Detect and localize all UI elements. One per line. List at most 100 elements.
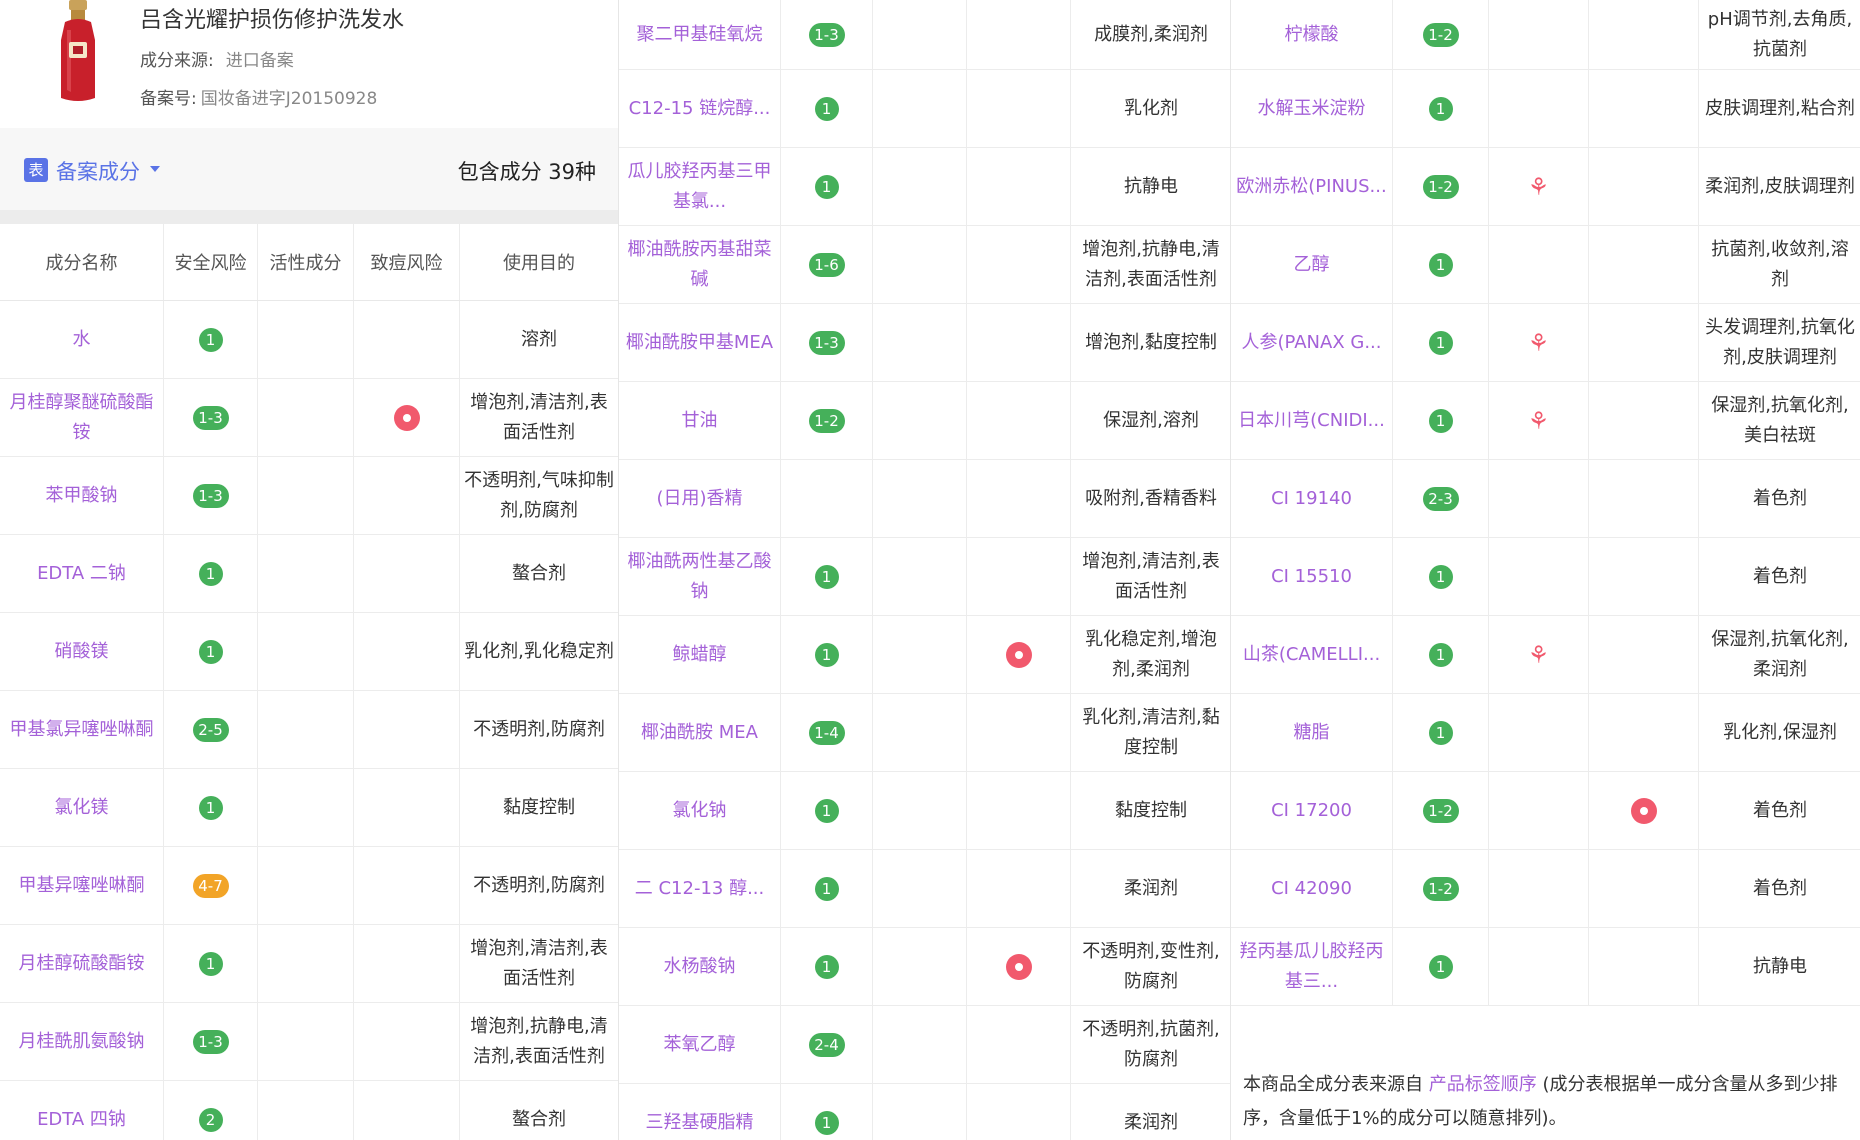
table-row[interactable]: 柠檬酸 1-2 pH调节剂,去角质,抗菌剂 [1231,0,1860,70]
table-row[interactable]: 山茶(CAMELLI... 1 ⚘ 保湿剂,抗氧化剂,柔润剂 [1231,616,1860,694]
table-row[interactable]: 甲基氯异噻唑啉酮 2-5 不透明剂,防腐剂 [0,691,618,769]
ingredient-name[interactable]: 椰油酰胺甲基MEA [619,304,781,381]
ingredient-name[interactable]: 三羟基硬脂精 [619,1084,781,1140]
table-row[interactable]: 乙醇 1 抗菌剂,收敛剂,溶剂 [1231,226,1860,304]
safety-risk-badge: 1-3 [192,1029,229,1054]
table-row[interactable]: 欧洲赤松(PINUS... 1-2 ⚘ 柔润剂,皮肤调理剂 [1231,148,1860,226]
active-ingredient-cell [258,301,354,378]
ingredient-name[interactable]: 乙醇 [1231,226,1393,303]
ingredient-name[interactable]: 月桂醇聚醚硫酸酯铵 [0,379,164,456]
table-row[interactable]: 月桂酰肌氨酸钠 1-3 增泡剂,抗静电,清洁剂,表面活性剂 [0,1003,618,1081]
table-row[interactable]: 鲸蜡醇 1 乳化稳定剂,增泡剂,柔润剂 [619,616,1231,694]
table-row[interactable]: 糖脂 1 乳化剂,保湿剂 [1231,694,1860,772]
ingredient-name[interactable]: 月桂酰肌氨酸钠 [0,1003,164,1080]
table-row[interactable]: 氯化镁 1 黏度控制 [0,769,618,847]
table-row[interactable]: 水 1 溶剂 [0,301,618,379]
table-row[interactable]: 聚二甲基硅氧烷 1-3 成膜剂,柔润剂 [619,0,1231,70]
table-row[interactable]: 椰油酰胺丙基甜菜碱 1-6 增泡剂,抗静电,清洁剂,表面活性剂 [619,226,1231,304]
ingredient-name[interactable]: 欧洲赤松(PINUS... [1231,148,1393,225]
table-row[interactable]: 人参(PANAX G... 1 ⚘ 头发调理剂,抗氧化剂,皮肤调理剂 [1231,304,1860,382]
header-name: 成分名称 [0,224,164,300]
table-row[interactable]: CI 15510 1 着色剂 [1231,538,1860,616]
ingredient-name[interactable]: 月桂醇硫酸酯铵 [0,925,164,1002]
table-row[interactable]: 二 C12-13 醇... 1 柔润剂 [619,850,1231,928]
ingredient-name[interactable]: 水杨酸钠 [619,928,781,1005]
ingredient-name[interactable]: 糖脂 [1231,694,1393,771]
table-row[interactable]: EDTA 二钠 1 螯合剂 [0,535,618,613]
ingredient-name[interactable]: 柠檬酸 [1231,0,1393,69]
ingredient-name[interactable]: 氯化镁 [0,769,164,846]
acne-risk-cell [1589,304,1699,381]
ingredient-name[interactable]: 聚二甲基硅氧烷 [619,0,781,69]
caret-down-icon[interactable] [150,166,160,172]
ingredient-name[interactable]: 瓜儿胶羟丙基三甲基氯... [619,148,781,225]
table-row[interactable]: 瓜儿胶羟丙基三甲基氯... 1 抗静电 [619,148,1231,226]
usage-purpose: 乳化剂 [1124,97,1178,119]
safety-risk-cell: 1 [164,769,258,846]
table-row[interactable]: (日用)香精 吸附剂,香精香料 [619,460,1231,538]
table-row[interactable]: 羟丙基瓜儿胶羟丙基三... 1 抗静电 [1231,928,1860,1006]
ingredient-name[interactable]: 水解玉米淀粉 [1231,70,1393,147]
table-row[interactable]: 硝酸镁 1 乳化剂,乳化稳定剂 [0,613,618,691]
ingredient-name[interactable]: 苯甲酸钠 [0,457,164,534]
table-row[interactable]: 三羟基硬脂精 1 柔润剂 [619,1084,1231,1140]
safety-risk-badge: 1-4 [808,720,845,745]
table-row[interactable]: C12-15 链烷醇... 1 乳化剂 [619,70,1231,148]
active-ingredient-cell [258,613,354,690]
ingredient-name[interactable]: 椰油酰两性基乙酸钠 [619,538,781,615]
ingredient-name[interactable]: 甲基氯异噻唑啉酮 [0,691,164,768]
ingredient-name[interactable]: C12-15 链烷醇... [619,70,781,147]
acne-risk-icon [1005,953,1032,980]
acne-risk-cell [967,850,1071,927]
section-dropdown[interactable]: 备案成分 [56,156,140,186]
table-row[interactable]: 月桂醇硫酸酯铵 1 增泡剂,清洁剂,表面活性剂 [0,925,618,1003]
ingredient-name[interactable]: 氯化钠 [619,772,781,849]
safety-risk-badge: 1 [1428,408,1453,433]
ingredient-name[interactable]: 椰油酰胺 MEA [619,694,781,771]
table-row[interactable]: 椰油酰两性基乙酸钠 1 增泡剂,清洁剂,表面活性剂 [619,538,1231,616]
header-purpose: 使用目的 [503,253,575,274]
table-row[interactable]: 水杨酸钠 1 不透明剂,变性剂,防腐剂 [619,928,1231,1006]
ingredient-name[interactable]: CI 19140 [1231,460,1393,537]
table-row[interactable]: 氯化钠 1 黏度控制 [619,772,1231,850]
table-row[interactable]: 水解玉米淀粉 1 皮肤调理剂,粘合剂 [1231,70,1860,148]
ingredient-name[interactable]: 人参(PANAX G... [1231,304,1393,381]
table-row[interactable]: 苯氧乙醇 2-4 不透明剂,抗菌剂,防腐剂 [619,1006,1231,1084]
acne-risk-cell [1589,148,1699,225]
table-row[interactable]: 椰油酰胺甲基MEA 1-3 增泡剂,黏度控制 [619,304,1231,382]
ingredient-name[interactable]: 羟丙基瓜儿胶羟丙基三... [1231,928,1393,1005]
ingredient-name[interactable]: 水 [0,301,164,378]
table-row[interactable]: 月桂醇聚醚硫酸酯铵 1-3 增泡剂,清洁剂,表面活性剂 [0,379,618,457]
ingredient-name[interactable]: (日用)香精 [619,460,781,537]
table-row[interactable]: 椰油酰胺 MEA 1-4 乳化剂,清洁剂,黏度控制 [619,694,1231,772]
ingredient-name[interactable]: 硝酸镁 [0,613,164,690]
table-row[interactable]: 甘油 1-2 保湿剂,溶剂 [619,382,1231,460]
ingredient-name[interactable]: 椰油酰胺丙基甜菜碱 [619,226,781,303]
table-row[interactable]: EDTA 四钠 2 螯合剂 [0,1081,618,1140]
ingredient-name[interactable]: 鲸蜡醇 [619,616,781,693]
ingredient-name[interactable]: CI 42090 [1231,850,1393,927]
table-row[interactable]: CI 17200 1-2 着色剂 [1231,772,1860,850]
ingredient-name[interactable]: 二 C12-13 醇... [619,850,781,927]
safety-risk-badge: 1 [814,642,839,667]
ingredient-name[interactable]: EDTA 四钠 [0,1081,164,1140]
table-row[interactable]: CI 42090 1-2 着色剂 [1231,850,1860,928]
table-row[interactable]: 苯甲酸钠 1-3 不透明剂,气味抑制剂,防腐剂 [0,457,618,535]
ingredient-name[interactable]: 苯氧乙醇 [619,1006,781,1083]
safety-risk-cell: 1 [1393,226,1489,303]
ingredient-name[interactable]: CI 15510 [1231,538,1393,615]
table-row[interactable]: 甲基异噻唑啉酮 4-7 不透明剂,防腐剂 [0,847,618,925]
ingredient-name[interactable]: 甲基异噻唑啉酮 [0,847,164,924]
acne-risk-cell [967,382,1071,459]
ingredient-name[interactable]: 甘油 [619,382,781,459]
label-order-link[interactable]: 产品标签顺序 [1429,1074,1537,1095]
ingredient-name[interactable]: EDTA 二钠 [0,535,164,612]
table-row[interactable]: 日本川芎(CNIDI... 1 ⚘ 保湿剂,抗氧化剂,美白祛斑 [1231,382,1860,460]
table-row[interactable]: CI 19140 2-3 着色剂 [1231,460,1860,538]
safety-risk-badge: 1 [1428,330,1453,355]
acne-risk-cell [1589,538,1699,615]
ingredient-name[interactable]: 山茶(CAMELLI... [1231,616,1393,693]
ingredient-name[interactable]: CI 17200 [1231,772,1393,849]
safety-risk-cell: 1 [781,616,873,693]
ingredient-name[interactable]: 日本川芎(CNIDI... [1231,382,1393,459]
